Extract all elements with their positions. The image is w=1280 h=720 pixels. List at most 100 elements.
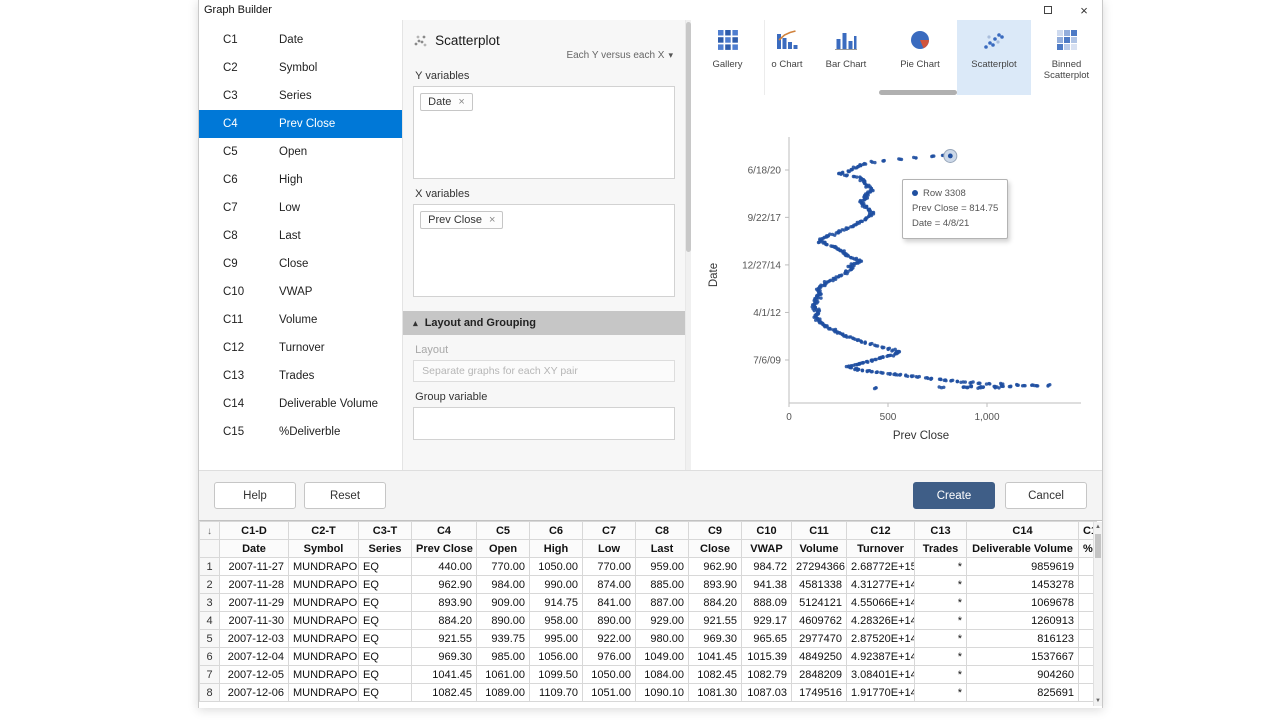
cell[interactable]: 816123 bbox=[967, 630, 1079, 648]
row-number[interactable]: 8 bbox=[200, 684, 220, 702]
gallery-tile-gallery[interactable]: Gallery bbox=[691, 20, 765, 95]
row-number[interactable]: 3 bbox=[200, 594, 220, 612]
cell[interactable]: 962.90 bbox=[412, 576, 477, 594]
row-number[interactable]: 2 bbox=[200, 576, 220, 594]
column-name-header[interactable]: Symbol bbox=[289, 540, 359, 558]
cell[interactable]: 2007-11-27 bbox=[220, 558, 289, 576]
cell[interactable]: 885.00 bbox=[636, 576, 689, 594]
cell[interactable]: 2848209 bbox=[792, 666, 847, 684]
cell[interactable]: 893.90 bbox=[689, 576, 742, 594]
column-id-header[interactable]: C7 bbox=[583, 522, 636, 540]
cell[interactable]: 1749516 bbox=[792, 684, 847, 702]
variable-row-c5[interactable]: C5Open bbox=[199, 138, 402, 166]
cell[interactable]: 1082.45 bbox=[412, 684, 477, 702]
cell[interactable]: 1069678 bbox=[967, 594, 1079, 612]
column-name-header[interactable]: Prev Close bbox=[412, 540, 477, 558]
cell[interactable]: 2007-12-06 bbox=[220, 684, 289, 702]
maximize-button[interactable] bbox=[1030, 0, 1066, 20]
column-id-header[interactable]: C1-D bbox=[220, 522, 289, 540]
cell[interactable]: 4.31277E+14 bbox=[847, 576, 915, 594]
cell[interactable]: 2007-11-29 bbox=[220, 594, 289, 612]
cell[interactable]: 890.00 bbox=[583, 612, 636, 630]
cell[interactable]: * bbox=[915, 558, 967, 576]
cell[interactable]: 4.92387E+14 bbox=[847, 648, 915, 666]
cell[interactable]: MUNDRAPORT bbox=[289, 666, 359, 684]
cell[interactable]: 2007-12-04 bbox=[220, 648, 289, 666]
layout-grouping-section[interactable]: ▴ Layout and Grouping bbox=[403, 311, 685, 335]
gallery-tile-binned-scatterplot[interactable]: Binned Scatterplot bbox=[1031, 20, 1102, 95]
cell[interactable]: 4581338 bbox=[792, 576, 847, 594]
column-name-header[interactable]: Volume bbox=[792, 540, 847, 558]
variable-row-c4[interactable]: C4Prev Close bbox=[199, 110, 402, 138]
cell[interactable]: 893.90 bbox=[412, 594, 477, 612]
variable-row-c6[interactable]: C6High bbox=[199, 166, 402, 194]
cell[interactable]: EQ bbox=[359, 594, 412, 612]
column-name-header[interactable]: Deliverable Volume bbox=[967, 540, 1079, 558]
cell[interactable]: EQ bbox=[359, 576, 412, 594]
cell[interactable]: 958.00 bbox=[530, 612, 583, 630]
cell[interactable]: 770.00 bbox=[477, 558, 530, 576]
cell[interactable]: 969.30 bbox=[689, 630, 742, 648]
cell[interactable]: EQ bbox=[359, 666, 412, 684]
column-id-header[interactable]: C14 bbox=[967, 522, 1079, 540]
cell[interactable]: EQ bbox=[359, 558, 412, 576]
column-id-header[interactable]: C3-T bbox=[359, 522, 412, 540]
column-name-header[interactable]: Open bbox=[477, 540, 530, 558]
cell[interactable]: 9859619 bbox=[967, 558, 1079, 576]
cell[interactable]: * bbox=[915, 684, 967, 702]
variable-row-c13[interactable]: C13Trades bbox=[199, 362, 402, 390]
cell[interactable]: 1051.00 bbox=[583, 684, 636, 702]
cell[interactable]: 3.08401E+14 bbox=[847, 666, 915, 684]
cell[interactable]: 1056.00 bbox=[530, 648, 583, 666]
cell[interactable]: 2007-11-30 bbox=[220, 612, 289, 630]
cell[interactable]: 5124121 bbox=[792, 594, 847, 612]
cell[interactable]: 1453278 bbox=[967, 576, 1079, 594]
column-name-header[interactable]: Turnover bbox=[847, 540, 915, 558]
cell[interactable]: 874.00 bbox=[583, 576, 636, 594]
row-number[interactable]: 1 bbox=[200, 558, 220, 576]
scroll-down-icon[interactable]: ▼ bbox=[1094, 698, 1102, 704]
cell[interactable]: 1260913 bbox=[967, 612, 1079, 630]
cell[interactable]: 1050.00 bbox=[583, 666, 636, 684]
column-name-header[interactable]: High bbox=[530, 540, 583, 558]
column-id-header[interactable]: C10 bbox=[742, 522, 792, 540]
cell[interactable]: 1015.39 bbox=[742, 648, 792, 666]
variable-row-c8[interactable]: C8Last bbox=[199, 222, 402, 250]
cell[interactable]: 959.00 bbox=[636, 558, 689, 576]
column-name-header[interactable]: Close bbox=[689, 540, 742, 558]
row-number[interactable]: 4 bbox=[200, 612, 220, 630]
column-id-header[interactable]: C2-T bbox=[289, 522, 359, 540]
cell[interactable]: 1537667 bbox=[967, 648, 1079, 666]
cell[interactable]: 976.00 bbox=[583, 648, 636, 666]
cell[interactable]: * bbox=[915, 666, 967, 684]
cell[interactable]: 1041.45 bbox=[689, 648, 742, 666]
cell[interactable]: 909.00 bbox=[477, 594, 530, 612]
cell[interactable]: 27294366 bbox=[792, 558, 847, 576]
row-number[interactable]: 5 bbox=[200, 630, 220, 648]
column-name-header[interactable]: Date bbox=[220, 540, 289, 558]
cell[interactable]: * bbox=[915, 612, 967, 630]
variable-row-c3[interactable]: C3Series bbox=[199, 82, 402, 110]
column-name-header[interactable]: Low bbox=[583, 540, 636, 558]
cell[interactable]: 914.75 bbox=[530, 594, 583, 612]
cell[interactable]: 1084.00 bbox=[636, 666, 689, 684]
cell[interactable]: 770.00 bbox=[583, 558, 636, 576]
cell[interactable]: 4609762 bbox=[792, 612, 847, 630]
cell[interactable]: MUNDRAPORT bbox=[289, 576, 359, 594]
cell[interactable]: 922.00 bbox=[583, 630, 636, 648]
cell[interactable]: 929.17 bbox=[742, 612, 792, 630]
cell[interactable]: 962.90 bbox=[689, 558, 742, 576]
cell[interactable]: * bbox=[915, 594, 967, 612]
cell[interactable]: 985.00 bbox=[477, 648, 530, 666]
cell[interactable]: * bbox=[915, 630, 967, 648]
column-id-header[interactable]: C6 bbox=[530, 522, 583, 540]
cell[interactable]: 921.55 bbox=[412, 630, 477, 648]
column-id-header[interactable]: C13 bbox=[915, 522, 967, 540]
gallery-tile-bar-chart[interactable]: Bar Chart bbox=[809, 20, 883, 95]
cell[interactable]: 1082.79 bbox=[742, 666, 792, 684]
cell[interactable]: 1041.45 bbox=[412, 666, 477, 684]
column-id-header[interactable]: C12 bbox=[847, 522, 915, 540]
worksheet-scrollbar-thumb[interactable] bbox=[1095, 534, 1101, 558]
variable-row-c2[interactable]: C2Symbol bbox=[199, 54, 402, 82]
column-id-header[interactable]: C5 bbox=[477, 522, 530, 540]
